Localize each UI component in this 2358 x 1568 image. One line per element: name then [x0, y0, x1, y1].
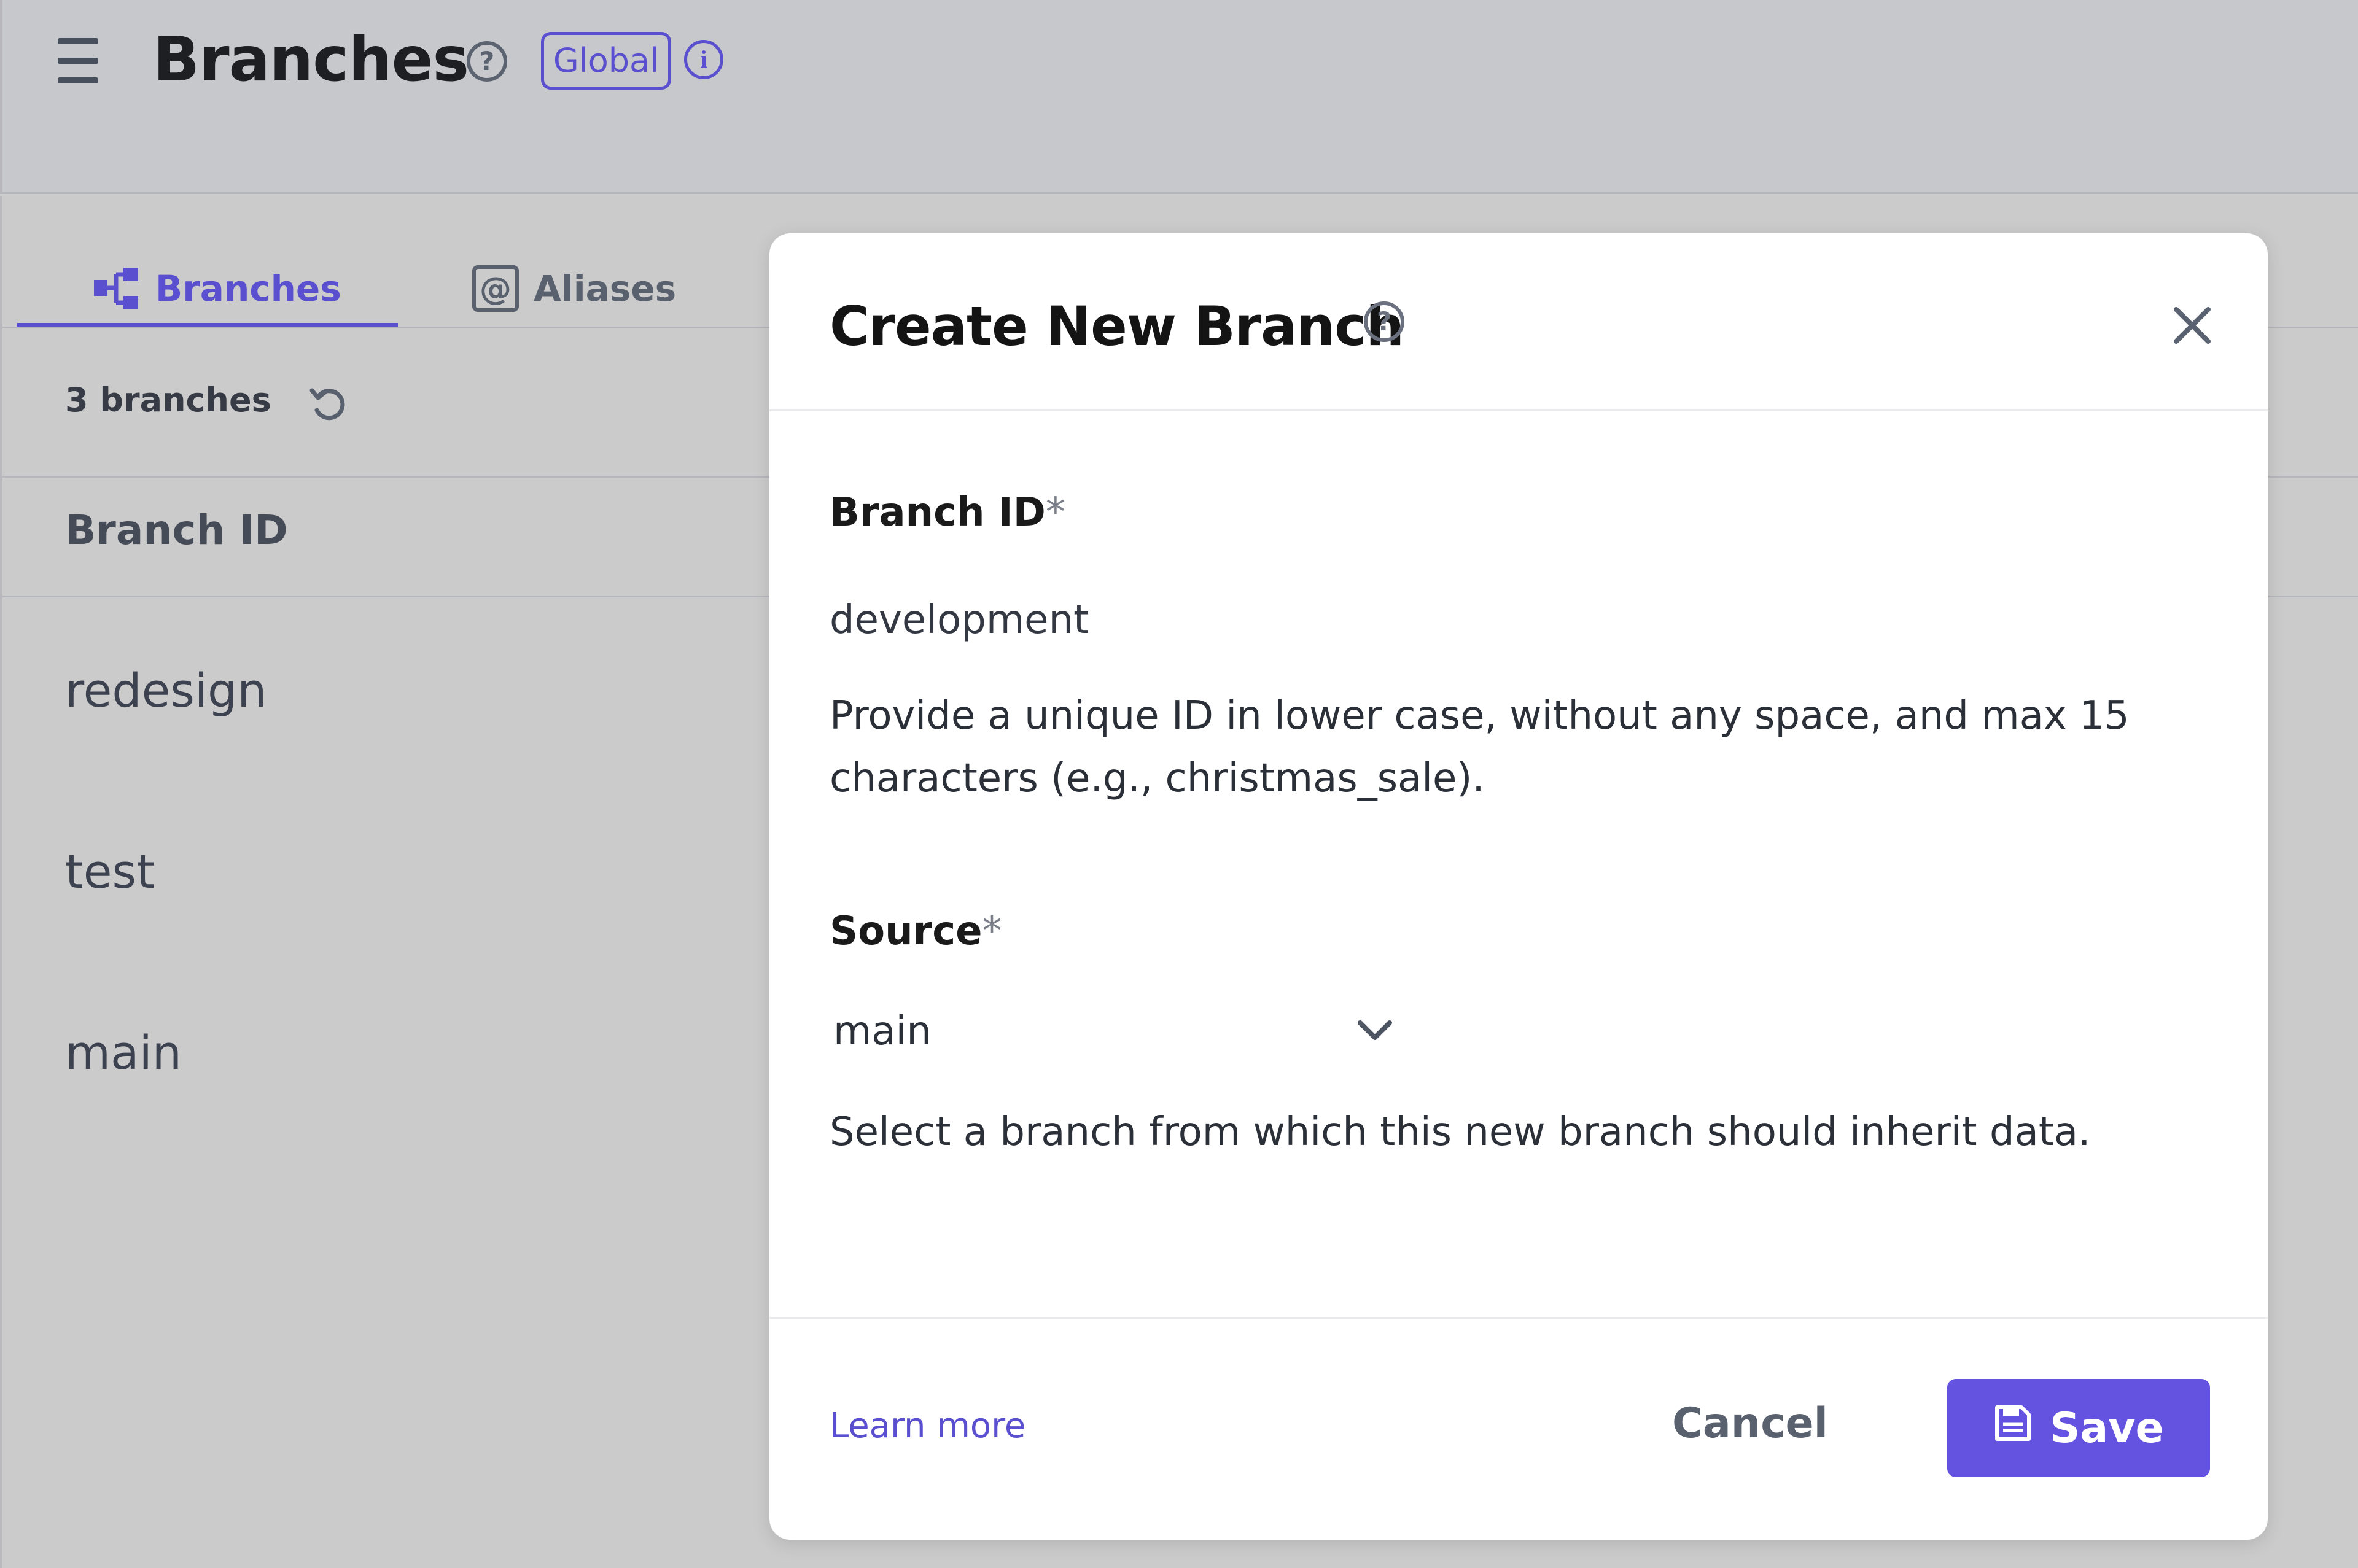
tab-aliases[interactable]: @ Aliases: [472, 252, 676, 325]
dialog-title: Create New Branch: [830, 295, 1404, 358]
list-item[interactable]: main: [65, 1025, 182, 1080]
dialog-header: Create New Branch ?: [769, 233, 2268, 411]
save-button[interactable]: Save: [1947, 1379, 2210, 1477]
close-button[interactable]: [2168, 301, 2217, 350]
refresh-icon[interactable]: [308, 383, 349, 427]
save-icon: [1993, 1403, 2033, 1453]
branch-id-label-text: Branch ID: [830, 490, 1046, 535]
source-label: Source*: [830, 909, 1002, 954]
tab-branches-label: Branches: [155, 268, 341, 309]
page-title: Branches: [153, 23, 469, 95]
branch-id-help-text: Provide a unique ID in lower case, witho…: [830, 693, 2130, 801]
chevron-down-icon: [1355, 1017, 1395, 1047]
branch-tree-icon: [91, 266, 141, 311]
list-item[interactable]: redesign: [65, 663, 267, 718]
at-sign-icon: @: [472, 265, 519, 312]
branch-count: 3 branches: [65, 381, 271, 419]
hamburger-icon[interactable]: [58, 38, 98, 83]
source-help-text: Select a branch from which this new bran…: [830, 1109, 2091, 1155]
required-mark: *: [1045, 490, 1065, 535]
column-header-branch-id[interactable]: Branch ID: [65, 506, 288, 554]
tab-aliases-label: Aliases: [534, 268, 677, 309]
source-label-text: Source: [830, 909, 982, 954]
branch-id-input[interactable]: [830, 586, 2181, 654]
info-circle-icon[interactable]: i: [684, 40, 723, 79]
close-icon: [2174, 307, 2211, 344]
tab-branches[interactable]: Branches: [91, 252, 341, 325]
list-item[interactable]: test: [65, 844, 155, 899]
scope-badge: Global: [541, 32, 671, 90]
source-selected-value: main: [833, 1009, 932, 1054]
svg-text:@: @: [480, 271, 512, 308]
save-button-label: Save: [2050, 1403, 2164, 1453]
dialog-footer: Cancel Save: [769, 1317, 2268, 1540]
branch-id-label: Branch ID*: [830, 490, 1065, 535]
question-circle-icon[interactable]: ?: [467, 41, 507, 82]
top-bar: Branches ? Global i: [0, 0, 2358, 194]
cancel-button[interactable]: Cancel: [1672, 1377, 1828, 1469]
required-mark: *: [982, 909, 1002, 954]
question-circle-icon[interactable]: ?: [1364, 301, 1404, 342]
create-branch-dialog: Create New Branch ? Branch ID* Provide a…: [769, 233, 2268, 1540]
source-select[interactable]: main: [830, 998, 1395, 1065]
